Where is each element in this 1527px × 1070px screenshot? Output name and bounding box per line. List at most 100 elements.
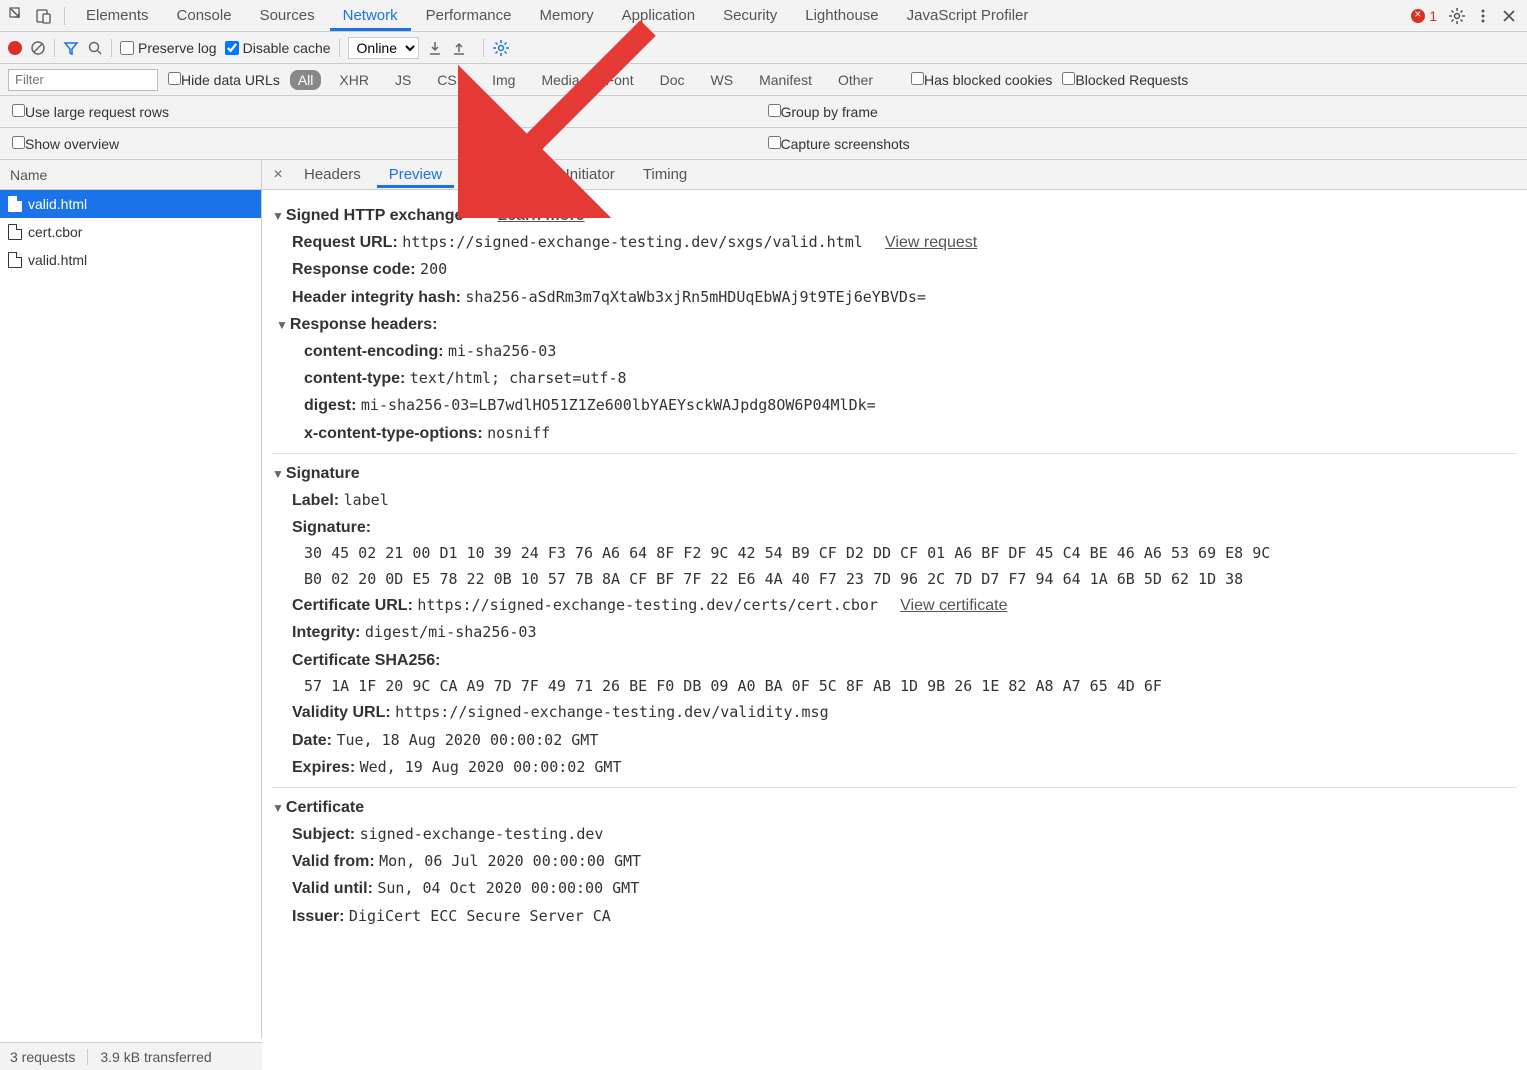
group-frame-checkbox[interactable]: Group by frame: [768, 104, 878, 120]
record-button[interactable]: [8, 41, 22, 55]
request-row[interactable]: valid.html: [0, 190, 261, 218]
filter-bar: Hide data URLs All XHR JS CSS Img Media …: [0, 64, 1527, 96]
response-headers-title: Response headers:: [290, 316, 438, 333]
detail-tab-response[interactable]: Response: [458, 161, 550, 188]
tab-js-profiler[interactable]: JavaScript Profiler: [894, 0, 1042, 31]
type-ws[interactable]: WS: [703, 70, 742, 90]
learn-more-link[interactable]: Learn more: [497, 202, 584, 229]
transferred-size: 3.9 kB transferred: [100, 1049, 211, 1065]
more-icon[interactable]: [1471, 4, 1495, 28]
capture-screenshots-label: Capture screenshots: [781, 136, 910, 152]
view-certificate-link[interactable]: View certificate: [900, 597, 1007, 614]
valid-from-value: Mon, 06 Jul 2020 00:00:00 GMT: [379, 852, 641, 870]
type-other[interactable]: Other: [830, 70, 881, 90]
validity-url-value: https://signed-exchange-testing.dev/vali…: [395, 703, 828, 721]
content-type-key: content-type:: [304, 370, 405, 387]
settings-icon[interactable]: [1445, 4, 1469, 28]
name-column-header[interactable]: Name: [0, 160, 261, 190]
disclosure-triangle-icon[interactable]: ▼: [272, 467, 284, 481]
type-doc[interactable]: Doc: [652, 70, 693, 90]
filter-input[interactable]: [8, 69, 158, 91]
header-integrity-key: Header integrity hash:: [292, 289, 461, 306]
type-js[interactable]: JS: [387, 70, 419, 90]
content-type-value: text/html; charset=utf-8: [410, 369, 627, 387]
tab-performance[interactable]: Performance: [413, 0, 525, 31]
clear-icon[interactable]: [30, 40, 46, 56]
request-name: cert.cbor: [28, 224, 82, 240]
network-settings-icon[interactable]: [492, 39, 510, 57]
close-devtools-icon[interactable]: [1497, 4, 1521, 28]
tab-network[interactable]: Network: [330, 0, 411, 31]
preserve-log-label: Preserve log: [138, 40, 217, 56]
blocked-cookies-checkbox[interactable]: Has blocked cookies: [911, 72, 1052, 88]
offline-icon[interactable]: [427, 40, 443, 56]
disclosure-triangle-icon[interactable]: ▼: [272, 209, 284, 223]
header-integrity-value: sha256-aSdRm3m7qXtaWb3xjRn5mHDUqEbWAj9t9…: [465, 288, 926, 306]
cert-sha-hex: 57 1A 1F 20 9C CA A9 7D 7F 49 71 26 BE F…: [272, 674, 1517, 700]
disable-cache-label: Disable cache: [243, 40, 331, 56]
type-css[interactable]: CSS: [429, 70, 474, 90]
response-code-key: Response code:: [292, 261, 416, 278]
capture-screenshots-checkbox[interactable]: Capture screenshots: [768, 136, 910, 152]
upload-icon[interactable]: [451, 40, 467, 56]
large-rows-checkbox[interactable]: Use large request rows: [12, 104, 169, 120]
detail-tab-timing[interactable]: Timing: [631, 161, 699, 188]
close-detail-icon[interactable]: ×: [268, 165, 288, 185]
detail-tab-initiator[interactable]: Initiator: [554, 161, 627, 188]
document-icon: [8, 196, 22, 212]
valid-from-key: Valid from:: [292, 853, 375, 870]
type-img[interactable]: Img: [484, 70, 523, 90]
tab-lighthouse[interactable]: Lighthouse: [792, 0, 891, 31]
device-toggle-icon[interactable]: [32, 4, 56, 28]
request-row[interactable]: valid.html: [0, 246, 261, 274]
throttling-select[interactable]: Online: [348, 37, 419, 59]
type-all[interactable]: All: [290, 70, 322, 90]
disclosure-triangle-icon[interactable]: ▼: [276, 318, 288, 332]
view-request-link[interactable]: View request: [885, 234, 977, 251]
preserve-log-checkbox[interactable]: Preserve log: [120, 40, 217, 56]
detail-tab-preview[interactable]: Preview: [377, 161, 454, 188]
detail-tabs: × Headers Preview Response Initiator Tim…: [262, 160, 1527, 190]
section-title: Signed HTTP exchange: [286, 207, 464, 224]
subject-key: Subject:: [292, 826, 355, 843]
tab-sources[interactable]: Sources: [247, 0, 328, 31]
show-overview-checkbox[interactable]: Show overview: [12, 136, 119, 152]
disclosure-triangle-icon[interactable]: ▼: [272, 801, 284, 815]
cert-sha-key: Certificate SHA256:: [292, 652, 441, 669]
request-row[interactable]: cert.cbor: [0, 218, 261, 246]
type-font[interactable]: Font: [598, 70, 642, 90]
tab-memory[interactable]: Memory: [527, 0, 607, 31]
type-xhr[interactable]: XHR: [331, 70, 377, 90]
cert-url-key: Certificate URL:: [292, 597, 413, 614]
digest-value: mi-sha256-03=LB7wdlHO51Z1Ze600lbYAEYsckW…: [361, 396, 876, 414]
preview-content: ▼Signed HTTP exchangeLearn more Request …: [262, 190, 1527, 1038]
group-frame-label: Group by frame: [781, 104, 878, 120]
xcto-key: x-content-type-options:: [304, 425, 483, 442]
tab-application[interactable]: Application: [609, 0, 708, 31]
filter-icon[interactable]: [63, 40, 79, 56]
disable-cache-checkbox[interactable]: Disable cache: [225, 40, 331, 56]
search-icon[interactable]: [87, 40, 103, 56]
tab-console[interactable]: Console: [164, 0, 245, 31]
content-encoding-value: mi-sha256-03: [448, 342, 556, 360]
tab-elements[interactable]: Elements: [73, 0, 162, 31]
cert-url-value: https://signed-exchange-testing.dev/cert…: [417, 596, 878, 614]
detail-tab-headers[interactable]: Headers: [292, 161, 373, 188]
hide-data-urls-checkbox[interactable]: Hide data URLs: [168, 72, 280, 88]
request-count: 3 requests: [10, 1049, 88, 1065]
date-value: Tue, 18 Aug 2020 00:00:02 GMT: [336, 731, 598, 749]
type-manifest[interactable]: Manifest: [751, 70, 820, 90]
status-bar: 3 requests 3.9 kB transferred: [0, 1042, 262, 1070]
error-badge[interactable]: 1: [1405, 8, 1443, 24]
document-icon: [8, 252, 22, 268]
tab-security[interactable]: Security: [710, 0, 790, 31]
type-media[interactable]: Media: [533, 70, 587, 90]
inspect-icon[interactable]: [6, 4, 30, 28]
request-name: valid.html: [28, 196, 87, 212]
signature-hex-line: B0 02 20 0D E5 78 22 0B 10 57 7B 8A CF B…: [272, 567, 1517, 593]
document-icon: [8, 224, 22, 240]
response-code-value: 200: [420, 260, 447, 278]
issuer-value: DigiCert ECC Secure Server CA: [349, 907, 611, 925]
valid-until-key: Valid until:: [292, 880, 373, 897]
blocked-requests-checkbox[interactable]: Blocked Requests: [1062, 72, 1188, 88]
